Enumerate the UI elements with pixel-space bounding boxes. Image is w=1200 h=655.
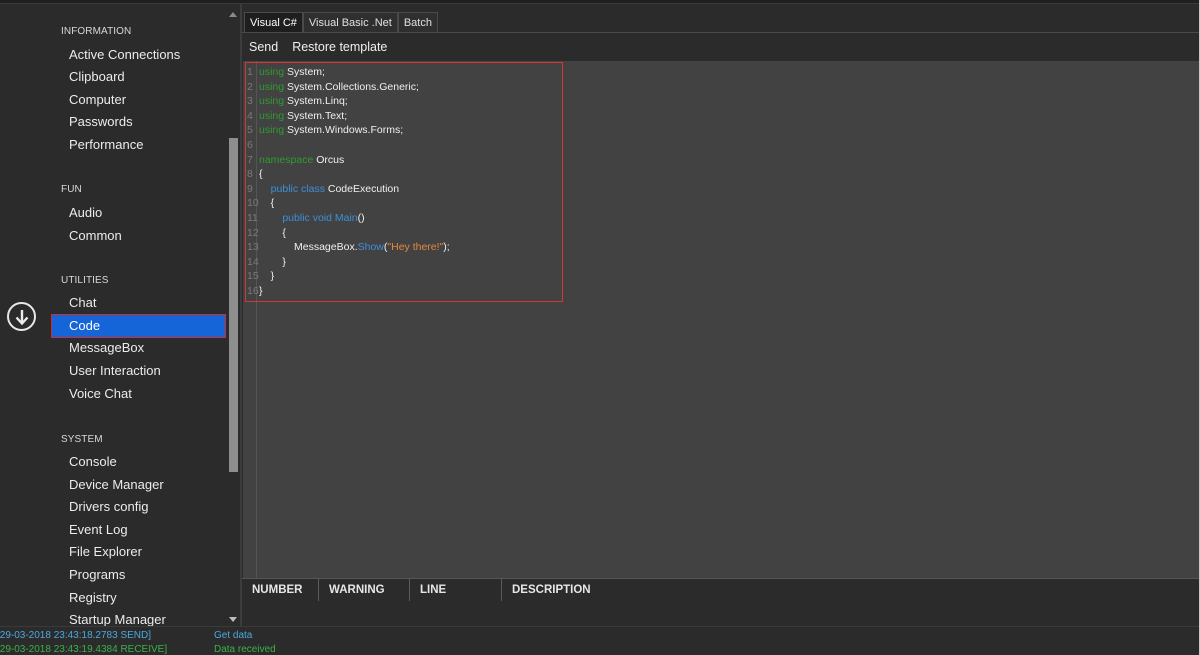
send-button[interactable]: Send	[249, 40, 278, 58]
sidebar-item-audio[interactable]: Audio	[69, 203, 102, 223]
tab-batch[interactable]: Batch	[397, 12, 438, 32]
log-time-send: [29-03-2018 23:43:18.2783 SEND]	[0, 630, 151, 641]
error-list: NUMBER WARNING LINE DESCRIPTION	[242, 578, 1199, 626]
scrollbar-thumb[interactable]	[229, 138, 238, 472]
sidebar-item-file-explorer[interactable]: File Explorer	[69, 542, 142, 562]
sidebar-item-code[interactable]: Code	[69, 316, 100, 336]
restore-template-button[interactable]: Restore template	[292, 40, 387, 58]
code-highlight-box	[245, 62, 563, 302]
sidebar-item-startup-manager[interactable]: Startup Manager	[69, 610, 166, 626]
tab-underline	[242, 32, 1199, 33]
arrow-down-icon	[15, 309, 28, 325]
sidebar-item-messagebox[interactable]: MessageBox	[69, 338, 144, 358]
column-line[interactable]: LINE	[410, 579, 502, 601]
sidebar-scrollbar[interactable]	[227, 8, 240, 626]
column-warning[interactable]: WARNING	[319, 579, 410, 601]
log-message-send: Get data	[214, 630, 253, 641]
sidebar-item-voice-chat[interactable]: Voice Chat	[69, 384, 132, 404]
log-time-receive: [29-03-2018 23:43:19.4384 RECEIVE]	[0, 644, 168, 655]
code-editor: 1 using System; 2 using System.Collections.…	[243, 61, 1199, 578]
sidebar-item-user-interaction[interactable]: User Interaction	[69, 361, 161, 381]
sidebar-item-programs[interactable]: Programs	[69, 565, 125, 585]
toolbar: Send Restore template	[249, 40, 387, 58]
sidebar-item-drivers-config[interactable]: Drivers config	[69, 497, 148, 517]
column-description[interactable]: DESCRIPTION	[502, 579, 622, 601]
scroll-down-circle-button[interactable]	[7, 302, 36, 331]
category-fun: FUN	[61, 184, 82, 195]
app-window: INFORMATION Active Connections Clipboard…	[0, 0, 1200, 655]
sidebar-item-registry[interactable]: Registry	[69, 588, 117, 608]
sidebar-item-active-connections[interactable]: Active Connections	[69, 45, 180, 65]
sidebar-item-common[interactable]: Common	[69, 226, 122, 246]
language-tabs: Visual C# Visual Basic .Net Batch	[244, 12, 438, 32]
category-system: SYSTEM	[61, 434, 103, 445]
status-log: [29-03-2018 23:43:18.2783 SEND] Get data…	[0, 626, 1200, 655]
scroll-down-arrow-icon[interactable]	[229, 617, 237, 622]
sidebar-item-clipboard[interactable]: Clipboard	[69, 67, 125, 87]
sidebar-item-device-manager[interactable]: Device Manager	[69, 475, 164, 495]
tab-visual-basic-net[interactable]: Visual Basic .Net	[302, 12, 398, 32]
sidebar: INFORMATION Active Connections Clipboard…	[0, 4, 240, 626]
sidebar-item-computer[interactable]: Computer	[69, 90, 126, 110]
column-number[interactable]: NUMBER	[242, 579, 319, 601]
sidebar-item-event-log[interactable]: Event Log	[69, 520, 128, 540]
sidebar-item-performance[interactable]: Performance	[69, 135, 143, 155]
code-panel: Visual C# Visual Basic .Net Batch Send R…	[242, 4, 1199, 626]
tab-visual-csharp[interactable]: Visual C#	[244, 12, 303, 32]
scroll-up-arrow-icon[interactable]	[229, 12, 237, 17]
sidebar-item-console[interactable]: Console	[69, 452, 117, 472]
log-message-receive: Data received	[214, 644, 276, 655]
sidebar-item-chat[interactable]: Chat	[69, 293, 96, 313]
category-information: INFORMATION	[61, 26, 132, 37]
category-utilities: UTILITIES	[61, 275, 109, 286]
sidebar-item-passwords[interactable]: Passwords	[69, 112, 133, 132]
